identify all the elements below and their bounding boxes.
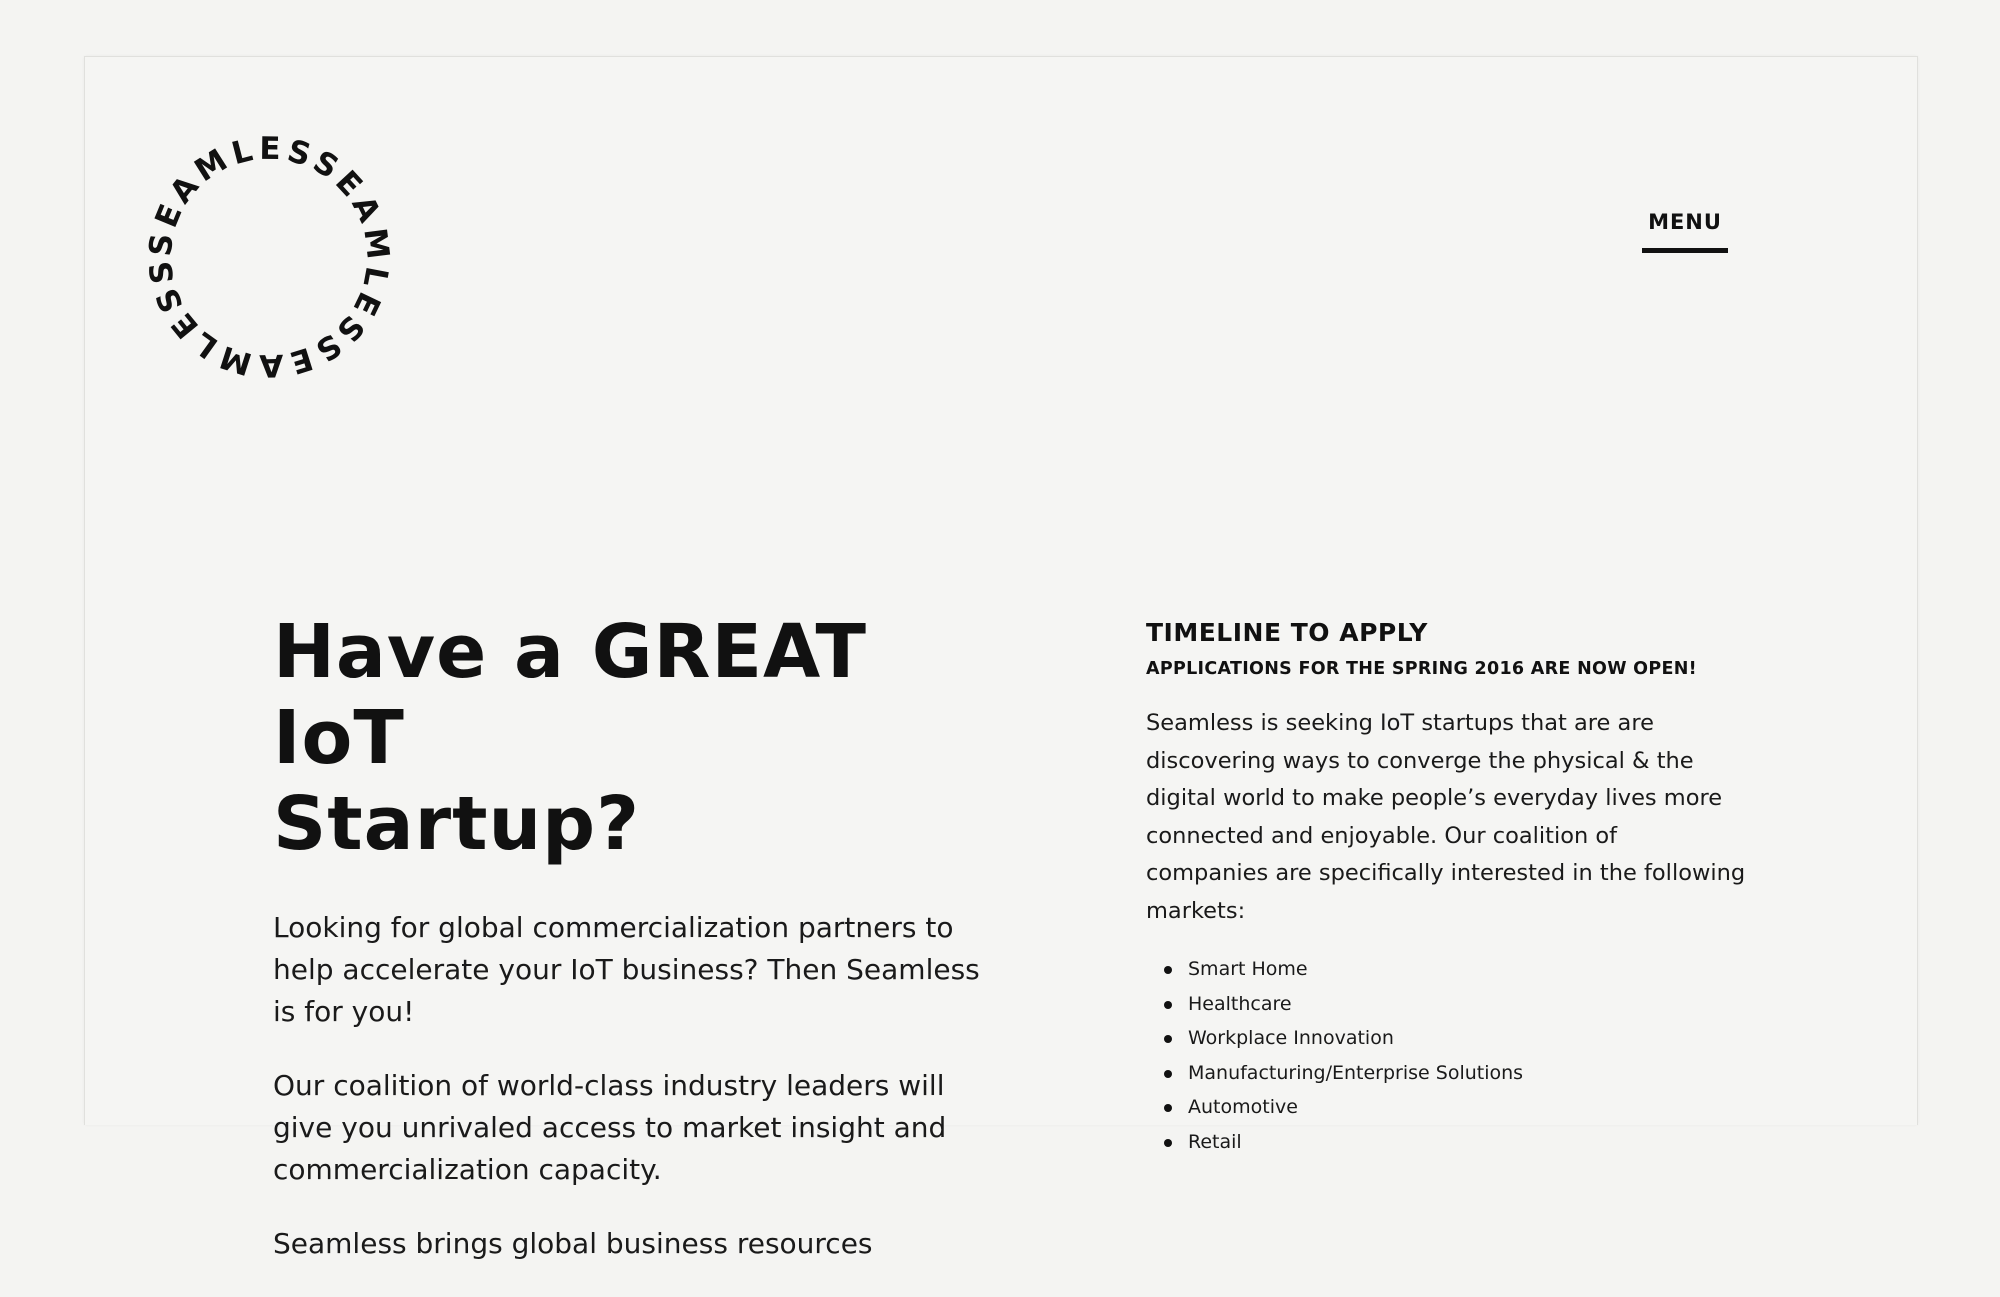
- hero-section: Have a GREAT IoT Startup? Looking for gl…: [273, 609, 993, 1297]
- list-item: Automotive: [1146, 1090, 1746, 1125]
- list-item: Workplace Innovation: [1146, 1021, 1746, 1056]
- menu-label: MENU: [1648, 210, 1722, 234]
- headline-line-1: Have a GREAT IoT: [273, 609, 868, 781]
- circular-wordmark-logo: SEAMLESSEAMLESSEAMLESS: [143, 131, 396, 383]
- markets-list: Smart Home Healthcare Workplace Innovati…: [1146, 952, 1746, 1160]
- hero-paragraph: Seamless brings global business resource…: [273, 1227, 873, 1260]
- menu-button[interactable]: MENU: [1642, 205, 1728, 253]
- page-frame: SEAMLESSEAMLESSEAMLESS MENU Have a GREAT…: [84, 56, 1918, 1260]
- list-item: Healthcare: [1146, 987, 1746, 1022]
- hero-headline: Have a GREAT IoT Startup?: [273, 609, 993, 867]
- headline-line-2: Startup?: [273, 781, 641, 867]
- timeline-title: TIMELINE TO APPLY: [1146, 618, 1428, 647]
- list-item: Retail: [1146, 1125, 1746, 1160]
- hero-paragraph: Looking for global commercialization par…: [273, 911, 980, 1028]
- logo-text: SEAMLESSEAMLESSEAMLESS: [143, 131, 396, 383]
- timeline-body: Seamless is seeking IoT startups that ar…: [1146, 710, 1746, 924]
- list-item: Manufacturing/Enterprise Solutions: [1146, 1056, 1746, 1091]
- seamless-logo[interactable]: SEAMLESSEAMLESSEAMLESS: [141, 129, 397, 385]
- list-item: Smart Home: [1146, 952, 1746, 987]
- hero-paragraph: Our coalition of world-class industry le…: [273, 1069, 947, 1186]
- timeline-section: TIMELINE TO APPLY APPLICATIONS FOR THE S…: [1146, 617, 1746, 1160]
- timeline-subtitle: APPLICATIONS FOR THE SPRING 2016 ARE NOW…: [1146, 659, 1697, 679]
